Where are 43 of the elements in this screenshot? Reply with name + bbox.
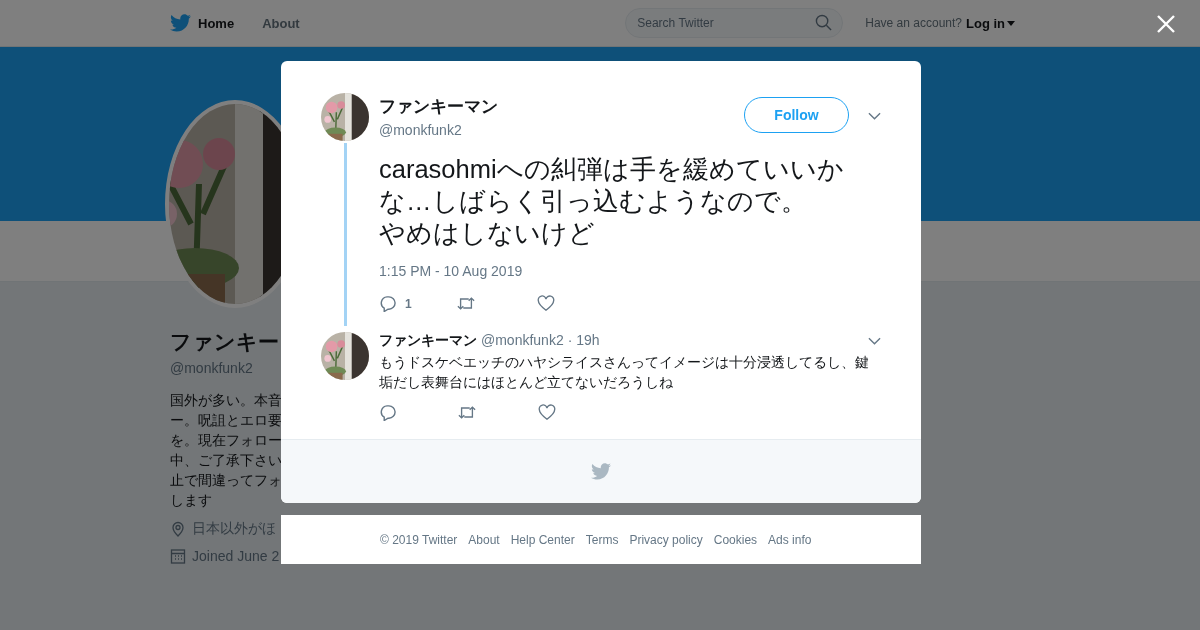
reply-icon[interactable] bbox=[379, 404, 397, 421]
chevron-down-icon[interactable] bbox=[868, 112, 881, 120]
reply-icon[interactable] bbox=[379, 295, 397, 312]
retweet-icon[interactable] bbox=[458, 404, 476, 421]
nav-link[interactable]: About bbox=[262, 15, 300, 31]
tweet-text: やめはしないけど bbox=[379, 218, 596, 249]
footer-link[interactable]: © 2019 Twitter bbox=[380, 532, 458, 547]
bird-icon bbox=[591, 463, 611, 480]
profile-name: ファンキー bbox=[170, 329, 280, 355]
footer-link[interactable]: Ads info bbox=[768, 532, 812, 547]
caret-icon[interactable] bbox=[1007, 20, 1015, 26]
tweet-timestamp[interactable]: 1:15 PM - 10 Aug 2019 bbox=[379, 263, 881, 279]
bird-logo-icon bbox=[170, 14, 191, 32]
profile-handle: @monkfunk2 bbox=[170, 360, 254, 376]
footer-link[interactable]: About bbox=[468, 532, 500, 547]
profile-joined: Joined June 2 bbox=[192, 548, 280, 564]
calendar-icon bbox=[170, 548, 186, 564]
account-prompt: Have an account? bbox=[865, 16, 962, 30]
retweet-icon[interactable] bbox=[457, 295, 475, 312]
location-pin-icon bbox=[170, 521, 186, 537]
footer-link[interactable]: Help Center bbox=[510, 532, 575, 547]
footer-link[interactable]: Cookies bbox=[713, 532, 758, 547]
follow-button[interactable]: Follow bbox=[744, 97, 849, 133]
search-icon[interactable] bbox=[815, 14, 833, 31]
chevron-down-icon[interactable] bbox=[868, 337, 881, 345]
heart-icon[interactable] bbox=[537, 295, 555, 312]
footer-link[interactable]: Privacy policy bbox=[629, 532, 703, 547]
author-name[interactable]: ファンキーマン bbox=[379, 332, 477, 350]
reply-text: もうドスケベエッチのハヤシライスさんってイメージは十分浸透してるし、鍵垢だし表舞台にはほとんど立てないだろうしね bbox=[379, 353, 870, 392]
tweet-text: carasohmiへの糾弾は手を緩めていいかな…しばらく引っ込むようなので。 bbox=[379, 154, 845, 217]
footer-link[interactable]: Terms bbox=[585, 532, 619, 547]
author-name[interactable]: ファンキーマン bbox=[379, 95, 498, 118]
profile-location: 日本以外がほ bbox=[192, 520, 276, 538]
author-handle[interactable]: @monkfunk2 bbox=[379, 122, 498, 138]
search-field[interactable]: Search Twitter bbox=[625, 8, 844, 38]
profile-bio: 国外が多い。本音 ー。呪詛とエロ要 を。現在フォロー 中、ご了承下さい 止で間違ってフォ します bbox=[170, 391, 281, 510]
close-icon[interactable] bbox=[1156, 14, 1176, 34]
tweet-age: · 19h bbox=[567, 332, 600, 348]
heart-icon[interactable] bbox=[538, 404, 556, 421]
nav-link[interactable]: Home bbox=[198, 15, 235, 31]
reply-count: 1 bbox=[405, 296, 413, 311]
author-handle[interactable]: @monkfunk2 bbox=[481, 332, 564, 348]
login-link[interactable]: Log in bbox=[966, 15, 1015, 31]
